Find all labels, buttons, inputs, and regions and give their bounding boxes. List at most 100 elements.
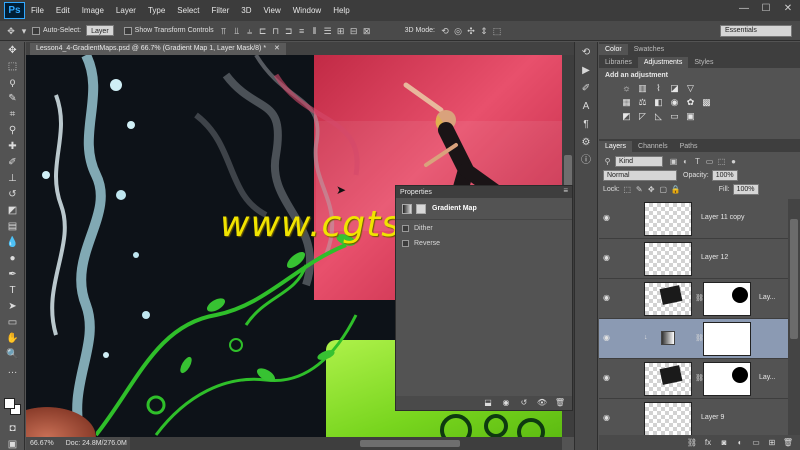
shape-tool-icon[interactable]: ▭ (3, 316, 22, 330)
layer-name[interactable]: Layer 12 (701, 254, 728, 261)
character-panel-icon[interactable]: A (578, 100, 594, 114)
clone-stamp-tool-icon[interactable]: ⊥ (3, 172, 22, 186)
quick-mask-icon[interactable]: ◘ (3, 422, 22, 436)
tab-swatches[interactable]: Swatches (628, 44, 670, 55)
layer-row[interactable]: ◉ Layer 12 (599, 239, 788, 279)
filter-adjustment-icon[interactable]: ◐ (681, 157, 690, 166)
menu-edit[interactable]: Edit (56, 6, 70, 15)
mask-icon[interactable] (416, 203, 426, 214)
paragraph-panel-icon[interactable]: ¶ (578, 118, 594, 132)
marquee-tool-icon[interactable]: ⬚ (3, 60, 22, 74)
eye-icon[interactable]: ◉ (603, 293, 613, 303)
menu-layer[interactable]: Layer (116, 6, 136, 15)
color-balance-icon[interactable]: ⚖ (637, 97, 648, 108)
layer-name[interactable]: Lay... (759, 294, 776, 301)
filter-pixel-icon[interactable]: ▣ (669, 157, 678, 166)
reset-icon[interactable]: ↺ (518, 398, 530, 408)
close-button[interactable]: ✕ (780, 2, 796, 16)
lasso-tool-icon[interactable]: ϙ (3, 76, 22, 90)
eye-icon[interactable]: ◉ (603, 333, 613, 343)
layers-scroll-thumb[interactable] (790, 219, 798, 339)
show-transform-checkbox[interactable] (123, 26, 132, 35)
zoom-level[interactable]: 66.67% (30, 440, 54, 447)
align-left-icon[interactable]: ⊏ (258, 26, 268, 36)
view-previous-icon[interactable]: ◉ (500, 398, 512, 408)
menu-view[interactable]: View (264, 6, 281, 15)
brush-tool-icon[interactable]: ✐ (3, 156, 22, 170)
tab-color[interactable]: Color (599, 44, 628, 55)
tab-adjustments[interactable]: Adjustments (637, 57, 689, 68)
menu-file[interactable]: File (31, 6, 44, 15)
filter-toggle-icon[interactable]: ● (729, 157, 738, 166)
distribute-h-icon[interactable]: ⦀ (310, 26, 320, 36)
reverse-checkbox[interactable] (402, 240, 409, 247)
foreground-color-swatch[interactable] (4, 398, 15, 409)
vibrance-icon[interactable]: ▽ (685, 83, 696, 94)
threshold-icon[interactable]: ◺ (653, 111, 664, 122)
properties-header[interactable]: Properties ≡ (396, 186, 572, 198)
eye-icon[interactable]: ◉ (603, 413, 613, 423)
chevron-down-icon[interactable]: ▾ (19, 26, 29, 36)
tab-styles[interactable]: Styles (688, 57, 719, 68)
move-tool-icon[interactable]: ✥ (6, 26, 16, 36)
panel-menu-icon[interactable]: ≡ (563, 186, 568, 195)
align-center-icon[interactable]: ⊓ (271, 26, 281, 36)
exposure-icon[interactable]: ◪ (669, 83, 680, 94)
reverse-option[interactable]: Reverse (396, 237, 572, 250)
selective-color-icon[interactable]: ▣ (685, 111, 696, 122)
link-layers-icon[interactable]: ⛓ (686, 437, 698, 448)
new-adjustment-icon[interactable]: ◐ (734, 437, 746, 448)
workspace-dropdown[interactable]: Essentials (720, 25, 792, 37)
align-middle-icon[interactable]: ⫫ (232, 26, 242, 36)
layer-mask-thumbnail[interactable] (703, 322, 751, 356)
quick-select-tool-icon[interactable]: ✎ (3, 92, 22, 106)
menu-type[interactable]: Type (148, 6, 165, 15)
visibility-icon[interactable]: 👁 (536, 398, 548, 408)
tab-channels[interactable]: Channels (632, 141, 674, 152)
auto-align-icon[interactable]: ⊞ (336, 26, 346, 36)
layer-row[interactable]: ◉ ⛓ Lay... (599, 279, 788, 319)
add-mask-icon[interactable]: ◙ (718, 437, 730, 448)
crop-tool-icon[interactable]: ⌗ (3, 108, 22, 122)
eye-icon[interactable]: ◉ (603, 253, 613, 263)
lock-pixels-icon[interactable]: ✎ (635, 185, 644, 194)
lock-transparent-icon[interactable]: ⬚ (623, 185, 632, 194)
layer-row[interactable]: ◉ Layer 11 copy (599, 199, 788, 239)
distribute-icon[interactable]: ≡ (297, 26, 307, 36)
eraser-tool-icon[interactable]: ◩ (3, 204, 22, 218)
levels-icon[interactable]: ▥ (637, 83, 648, 94)
more-tools-icon[interactable]: … (3, 364, 22, 378)
healing-brush-tool-icon[interactable]: ✚ (3, 140, 22, 154)
layer-row[interactable]: ◉ ⛓ Lay... (599, 359, 788, 399)
invert-icon[interactable]: ◩ (621, 111, 632, 122)
close-icon[interactable]: ✕ (274, 45, 280, 52)
filter-type-icon[interactable]: T (693, 157, 702, 166)
opacity-input[interactable]: 100% (711, 169, 738, 181)
dodge-tool-icon[interactable]: ● (3, 252, 22, 266)
align-bottom-icon[interactable]: ⫨ (245, 26, 255, 36)
maximize-button[interactable]: ☐ (758, 2, 774, 16)
document-size[interactable]: Doc: 24.8M/276.0M (66, 440, 127, 447)
filter-kind-dropdown[interactable]: Kind (615, 155, 663, 167)
eye-icon[interactable]: ◉ (603, 213, 613, 223)
color-lookup-icon[interactable]: ▩ (701, 97, 712, 108)
dither-option[interactable]: Dither (396, 222, 572, 235)
gradient-map-adj-icon[interactable]: ▭ (669, 111, 680, 122)
menu-image[interactable]: Image (82, 6, 104, 15)
screen-mode-icon[interactable]: ▣ (3, 438, 22, 450)
lock-artboard-icon[interactable]: ▢ (659, 185, 668, 194)
lock-position-icon[interactable]: ✥ (647, 185, 656, 194)
brush-panel-icon[interactable]: ✐ (578, 82, 594, 96)
photo-filter-icon[interactable]: ◉ (669, 97, 680, 108)
layer-name[interactable]: Lay... (759, 374, 776, 381)
3d-rotate-icon[interactable]: ⟲ (440, 26, 450, 36)
menu-3d[interactable]: 3D (241, 6, 251, 15)
color-swatches[interactable] (4, 398, 22, 416)
channel-mixer-icon[interactable]: ✿ (685, 97, 696, 108)
distribute-v-icon[interactable]: ☰ (323, 26, 333, 36)
trash-icon[interactable]: 🗑 (554, 398, 566, 408)
new-layer-icon[interactable]: ⊞ (766, 437, 778, 448)
curves-icon[interactable]: ⌇ (653, 83, 664, 94)
layer-row[interactable]: ◉ Layer 9 (599, 399, 788, 435)
new-group-icon[interactable]: ▭ (750, 437, 762, 448)
